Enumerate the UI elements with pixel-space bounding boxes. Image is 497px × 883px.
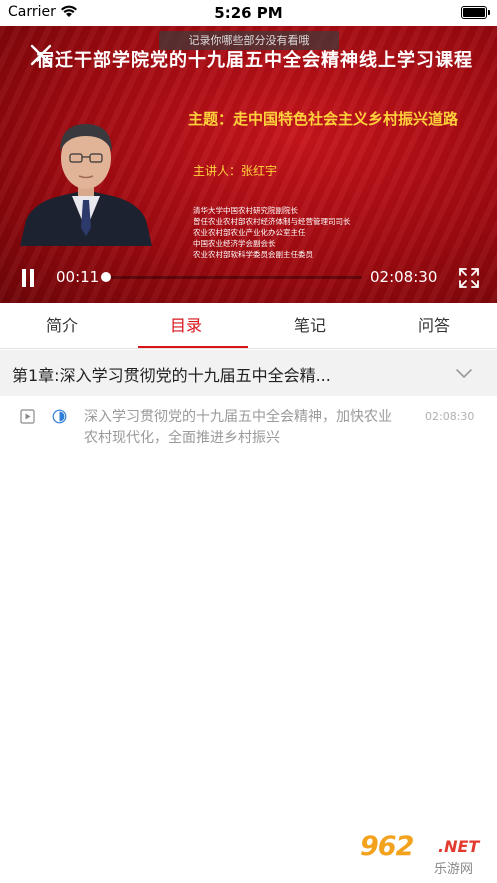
tab-label: 简介 (45, 316, 78, 335)
tab-bar: 简介 目录 笔记 问答 (0, 303, 497, 349)
active-tab-indicator (138, 346, 248, 348)
battery-level (463, 8, 485, 17)
tab-catalog[interactable]: 目录 (124, 303, 248, 349)
video-player[interactable]: 宿迁干部学院党的十九届五中全会精神线上学习课程 记录你哪些部分没有看哦 主题：走… (0, 26, 497, 303)
pause-icon[interactable] (20, 269, 36, 287)
seek-bar[interactable] (104, 276, 362, 279)
bio-line: 清华大学中国农村研究院副院长 (193, 206, 298, 215)
watermark-number: 962 (360, 831, 414, 862)
lesson-item[interactable]: 深入学习贯彻党的十九届五中全会精神，加快农业农村现代化，全面推进乡村振兴 02:… (0, 396, 497, 456)
fullscreen-icon[interactable] (458, 267, 480, 289)
player-controls: 00:11 02:08:30 (0, 258, 497, 298)
status-time: 5:26 PM (214, 4, 283, 22)
chapter-header[interactable]: 第1章:深入学习贯彻党的十九届五中全会精... (0, 350, 497, 396)
lesson-title: 深入学习贯彻党的十九届五中全会精神，加快农业农村现代化，全面推进乡村振兴 (84, 409, 392, 446)
tab-qa[interactable]: 问答 (372, 303, 496, 349)
lecture-speaker: 主讲人：张红宇 (193, 164, 278, 178)
tab-intro[interactable]: 简介 (0, 303, 124, 349)
watermark-name: 乐游网 (434, 862, 474, 877)
progress-half-icon (52, 409, 67, 424)
speaker-portrait (20, 124, 152, 246)
watch-progress-tooltip: 记录你哪些部分没有看哦 (159, 31, 339, 50)
bio-line: 农业农村部农业产业化办公室主任 (193, 228, 306, 237)
status-bar: Carrier 5:26 PM (0, 0, 497, 26)
total-time: 02:08:30 (370, 268, 438, 286)
watermark-suffix: .NET (438, 837, 480, 856)
battery-icon (461, 6, 490, 19)
lecture-subject: 主题：走中国特色社会主义乡村振兴道路 (188, 110, 459, 128)
video-file-icon (20, 409, 35, 424)
tab-label: 问答 (417, 316, 450, 335)
lesson-duration: 02:08:30 (425, 410, 475, 423)
bio-line: 曾任农业农村部农村经济体制与经营管理司司长 (193, 217, 351, 226)
tab-label: 笔记 (293, 316, 326, 335)
tab-label: 目录 (169, 316, 202, 335)
speaker-bio: 清华大学中国农村研究院副院长 曾任农业农村部农村经济体制与经营管理司司长 农业农… (193, 205, 351, 260)
seek-thumb[interactable] (101, 272, 111, 282)
bio-line: 中国农业经济学会副会长 (193, 239, 276, 248)
current-time: 00:11 (56, 268, 100, 286)
chevron-down-icon[interactable] (455, 367, 473, 379)
tab-notes[interactable]: 笔记 (248, 303, 372, 349)
chapter-title: 第1章:深入学习贯彻党的十九届五中全会精... (12, 366, 331, 385)
site-watermark: 962 .NET 乐游网 (356, 831, 492, 877)
close-icon[interactable] (28, 42, 54, 68)
